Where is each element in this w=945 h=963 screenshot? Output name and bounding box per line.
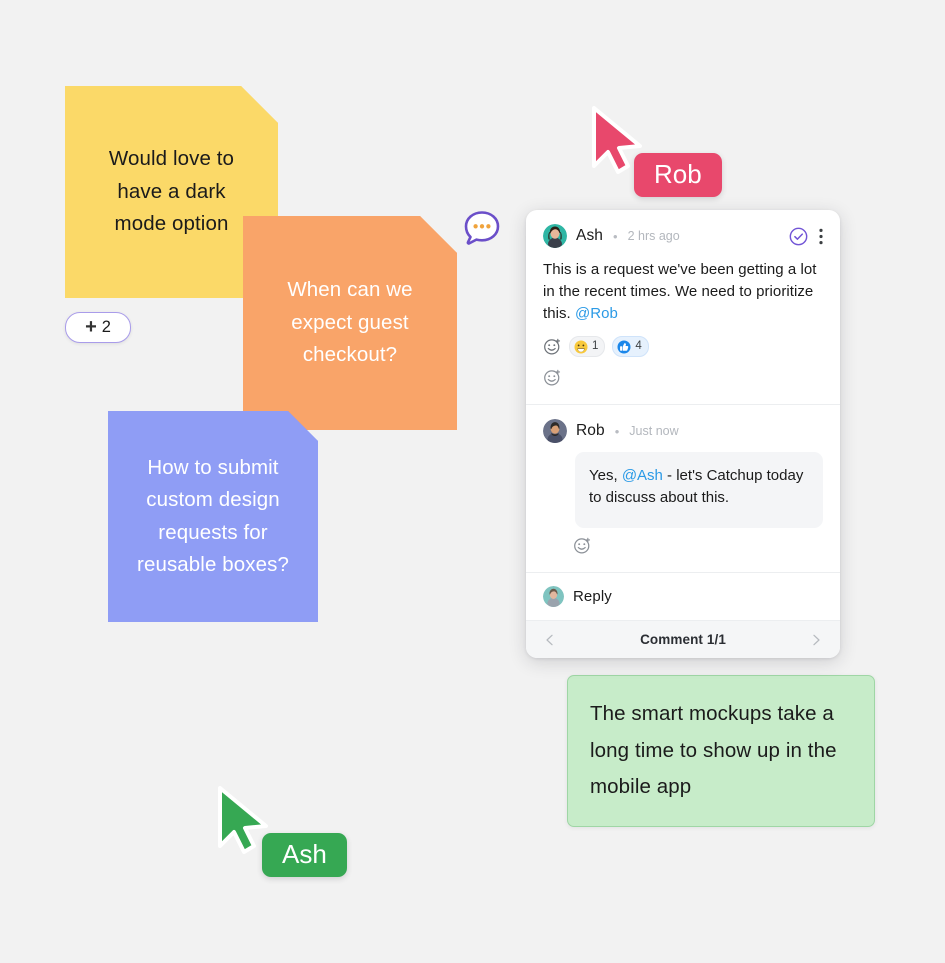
comment-pagination-label: Comment 1/1: [640, 632, 726, 648]
plus-icon: +: [85, 315, 97, 338]
add-reaction-row: [543, 368, 823, 392]
sticky-note-text: How to submit custom design requests for…: [137, 455, 289, 576]
reply-timestamp: Just now: [629, 424, 679, 439]
add-reaction-icon[interactable]: [543, 368, 562, 387]
comment-header-actions: [789, 227, 823, 246]
avatar-rob: [543, 419, 567, 444]
reaction-count: 4: [635, 339, 642, 352]
comment-body: This is a request we've been getting a l…: [543, 259, 823, 325]
comment-timestamp: 2 hrs ago: [627, 229, 680, 243]
more-vertical-icon[interactable]: [819, 228, 823, 245]
chevron-left-icon[interactable]: [543, 633, 557, 647]
reply-placeholder-text: Reply: [573, 588, 612, 606]
grinning-face-emoji: [574, 340, 588, 354]
mention-rob[interactable]: @Rob: [575, 305, 618, 322]
reply-add-reaction-row: [573, 536, 823, 560]
comment-reply: Rob • Just now Yes, @Ash - let's Catchup…: [526, 405, 840, 572]
separator-dot: •: [614, 423, 620, 439]
sticky-note-blue[interactable]: How to submit custom design requests for…: [108, 411, 318, 622]
note-fold-corner: [241, 86, 278, 123]
add-more-badge[interactable]: + 2: [65, 312, 131, 343]
plus-badge-count: 2: [101, 318, 111, 337]
reaction-count: 1: [592, 339, 599, 352]
reply-author-name: Rob: [576, 422, 605, 440]
mention-ash[interactable]: @Ash: [622, 467, 663, 484]
comment-card[interactable]: Ash • 2 hrs ago This is a request we've …: [526, 210, 840, 659]
avatar-current-user: [543, 586, 564, 608]
add-reaction-icon[interactable]: [573, 536, 592, 555]
avatar-ash: [543, 224, 567, 248]
comment-header: Ash • 2 hrs ago: [543, 224, 823, 248]
speech-bubble-icon[interactable]: [459, 205, 505, 251]
reply-input-row[interactable]: Reply: [526, 573, 840, 620]
reaction-bar: 1 4: [543, 336, 823, 358]
reply-header: Rob • Just now: [543, 419, 823, 444]
whiteboard-canvas: Would love to have a dark mode option + …: [0, 0, 945, 963]
comment-author-name: Ash: [576, 227, 604, 244]
cursor-label-ash: Ash: [262, 833, 347, 877]
sticky-note-text: When can we expect guest checkout?: [287, 278, 413, 367]
add-reaction-icon[interactable]: [543, 337, 562, 356]
sticky-note-green[interactable]: The smart mockups take a long time to sh…: [567, 675, 875, 827]
reaction-chip-thumbsup[interactable]: 4: [612, 336, 649, 358]
check-circle-icon[interactable]: [789, 227, 808, 246]
comment-card-footer: Comment 1/1: [526, 620, 840, 659]
comment-thread-root: Ash • 2 hrs ago This is a request we've …: [526, 210, 840, 404]
cursor-label-rob: Rob: [634, 153, 722, 197]
reaction-chip-grinning[interactable]: 1: [569, 336, 606, 358]
thumbs-up-emoji: [617, 340, 631, 354]
reply-bubble: Yes, @Ash - let's Catchup today to discu…: [575, 452, 823, 529]
separator-dot: •: [613, 228, 618, 244]
sticky-note-text: The smart mockups take a long time to sh…: [590, 702, 837, 799]
sticky-note-orange[interactable]: When can we expect guest checkout?: [243, 216, 457, 430]
chevron-right-icon[interactable]: [809, 633, 823, 647]
reply-body-text: Yes,: [589, 467, 622, 485]
note-fold-corner: [420, 216, 457, 253]
